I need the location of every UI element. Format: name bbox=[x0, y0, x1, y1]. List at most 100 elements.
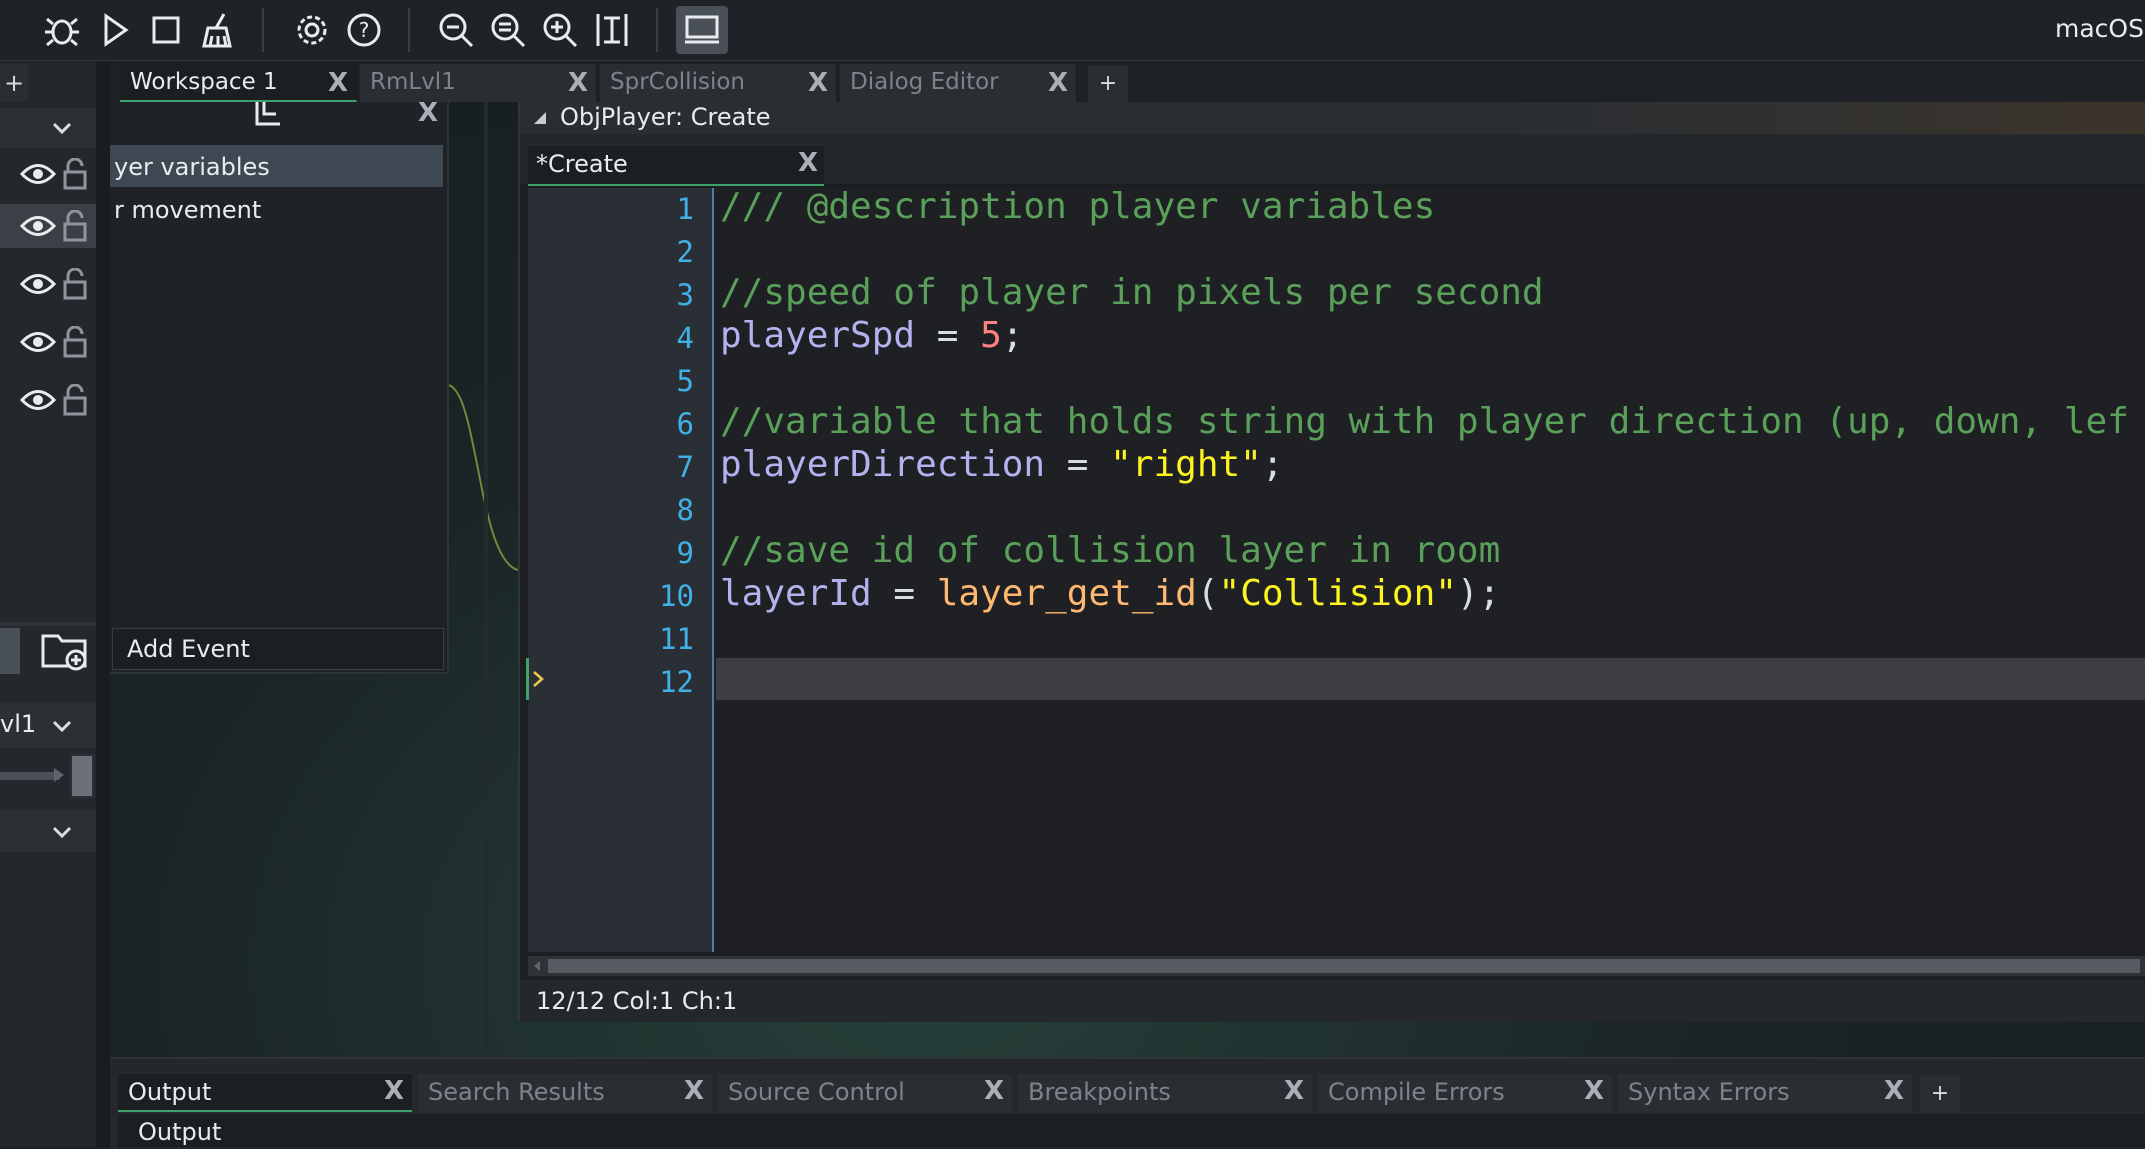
event-label: yer variables bbox=[114, 153, 270, 181]
layer-row[interactable] bbox=[0, 204, 96, 248]
main-toolbar: ? macOS | Lo bbox=[0, 0, 2145, 61]
scrollbar-thumb[interactable] bbox=[548, 959, 2140, 973]
tab-label: Dialog Editor bbox=[850, 69, 999, 95]
close-icon[interactable]: X bbox=[1284, 1076, 1304, 1106]
eye-icon[interactable] bbox=[20, 161, 56, 187]
asset-add-button[interactable]: + bbox=[0, 64, 28, 102]
close-icon[interactable]: X bbox=[798, 148, 818, 178]
code-line-4: playerSpd = 5; bbox=[720, 315, 1023, 356]
eye-icon[interactable] bbox=[20, 271, 56, 297]
tab-label: SprCollision bbox=[610, 69, 745, 95]
settings-icon[interactable] bbox=[290, 8, 334, 52]
layer-row[interactable] bbox=[0, 262, 96, 306]
code-token-variable: playerDirection bbox=[720, 444, 1046, 485]
chevron-down-icon[interactable] bbox=[50, 116, 74, 140]
close-icon[interactable]: X bbox=[984, 1076, 1004, 1106]
target-platform-label[interactable]: macOS | Lo bbox=[2055, 14, 2145, 43]
unlock-icon[interactable] bbox=[62, 326, 88, 358]
close-icon[interactable]: X bbox=[418, 98, 438, 128]
tab-label: Compile Errors bbox=[1328, 1078, 1505, 1106]
tab-source-control[interactable]: Source Control X bbox=[718, 1074, 1012, 1112]
tab-rmlvl1[interactable]: RmLvl1 X bbox=[360, 64, 597, 102]
line-number: 6 bbox=[676, 407, 694, 441]
target-device-icon[interactable] bbox=[676, 6, 728, 54]
close-icon[interactable]: X bbox=[568, 68, 588, 98]
code-window-title: ObjPlayer: Create bbox=[560, 103, 771, 131]
layer-row[interactable] bbox=[0, 378, 96, 422]
help-icon[interactable]: ? bbox=[342, 8, 386, 52]
close-icon[interactable]: X bbox=[1048, 68, 1068, 98]
scroll-left-icon[interactable] bbox=[532, 960, 542, 972]
run-icon[interactable] bbox=[92, 8, 136, 52]
unlock-icon[interactable] bbox=[62, 268, 88, 300]
unlock-icon[interactable] bbox=[62, 158, 88, 190]
line-number: 12 bbox=[659, 665, 694, 699]
tab-label: Source Control bbox=[728, 1078, 905, 1106]
add-folder-icon[interactable] bbox=[40, 626, 90, 674]
code-line-7: playerDirection = "right"; bbox=[720, 444, 1284, 485]
panel-splitter[interactable] bbox=[96, 62, 110, 1147]
tab-workspace-1[interactable]: Workspace 1 X bbox=[120, 64, 357, 102]
close-icon[interactable]: X bbox=[384, 1076, 404, 1106]
tab-output[interactable]: Output X bbox=[118, 1074, 412, 1112]
add-event-button[interactable]: Add Event bbox=[112, 628, 444, 670]
eye-icon[interactable] bbox=[20, 329, 56, 355]
event-item-create[interactable]: yer variables bbox=[110, 145, 443, 187]
room-selector-label: vl1 bbox=[0, 710, 37, 738]
tab-create[interactable]: *Create X bbox=[528, 146, 824, 186]
zoom-slider-track[interactable] bbox=[0, 772, 60, 780]
line-number: 4 bbox=[676, 321, 694, 355]
close-icon[interactable]: X bbox=[684, 1076, 704, 1106]
code-token-variable: playerSpd bbox=[720, 315, 916, 356]
add-tab-button[interactable]: + bbox=[1088, 66, 1128, 102]
event-item-step[interactable]: r movement bbox=[110, 188, 443, 230]
tab-sprcollision[interactable]: SprCollision X bbox=[600, 64, 837, 102]
connection-curve bbox=[448, 384, 518, 571]
code-window-titlebar[interactable]: ObjPlayer: Create bbox=[520, 102, 2145, 134]
properties-header[interactable] bbox=[0, 810, 96, 852]
layer-row[interactable] bbox=[0, 320, 96, 364]
unlock-icon[interactable] bbox=[62, 384, 88, 416]
code-line-9: //save id of collision layer in room bbox=[720, 530, 1501, 571]
output-panel-title: Output bbox=[138, 1118, 222, 1146]
room-selector[interactable]: vl1 bbox=[0, 702, 96, 748]
eye-icon[interactable] bbox=[20, 387, 56, 413]
code-token-string: "right" bbox=[1110, 444, 1262, 485]
code-token-punctuation: ); bbox=[1456, 573, 1501, 614]
tab-dialog-editor[interactable]: Dialog Editor X bbox=[840, 64, 1077, 102]
editor-status-bar: 12/12 Col:1 Ch:1 bbox=[520, 980, 2145, 1022]
tab-breakpoints[interactable]: Breakpoints X bbox=[1018, 1074, 1312, 1112]
line-number: 7 bbox=[676, 450, 694, 484]
clean-icon[interactable] bbox=[196, 8, 240, 52]
collapse-icon[interactable] bbox=[532, 110, 548, 126]
zoom-out-icon[interactable] bbox=[434, 8, 478, 52]
horizontal-scrollbar[interactable] bbox=[528, 956, 2145, 976]
code-token-punctuation: ; bbox=[1261, 444, 1284, 485]
event-label: r movement bbox=[114, 196, 262, 224]
close-icon[interactable]: X bbox=[808, 68, 828, 98]
close-icon[interactable]: X bbox=[1584, 1076, 1604, 1106]
debug-icon[interactable] bbox=[40, 8, 84, 52]
close-icon[interactable]: X bbox=[1884, 1076, 1904, 1106]
fit-icon[interactable] bbox=[590, 8, 634, 52]
code-tab-bar: *Create X bbox=[520, 134, 2145, 186]
layer-header bbox=[0, 108, 96, 148]
tab-compile-errors[interactable]: Compile Errors X bbox=[1318, 1074, 1612, 1112]
zoom-reset-icon[interactable] bbox=[486, 8, 530, 52]
code-line-10: layerId = layer_get_id("Collision"); bbox=[720, 573, 1500, 614]
add-layer-button[interactable] bbox=[0, 628, 20, 674]
close-icon[interactable]: X bbox=[328, 68, 348, 98]
flag-icon[interactable] bbox=[252, 102, 286, 128]
line-number: 9 bbox=[676, 536, 694, 570]
tab-syntax-errors[interactable]: Syntax Errors X bbox=[1618, 1074, 1912, 1112]
tab-search-results[interactable]: Search Results X bbox=[418, 1074, 712, 1112]
stop-icon[interactable] bbox=[144, 8, 188, 52]
unlock-icon[interactable] bbox=[62, 210, 88, 242]
output-panel: Output bbox=[118, 1114, 2145, 1147]
toolbar-separator bbox=[656, 8, 658, 52]
zoom-in-icon[interactable] bbox=[538, 8, 582, 52]
zoom-slider-handle[interactable] bbox=[70, 754, 94, 798]
eye-icon[interactable] bbox=[20, 213, 56, 239]
layer-row[interactable] bbox=[0, 152, 96, 196]
add-tab-button[interactable]: + bbox=[1920, 1076, 1960, 1112]
